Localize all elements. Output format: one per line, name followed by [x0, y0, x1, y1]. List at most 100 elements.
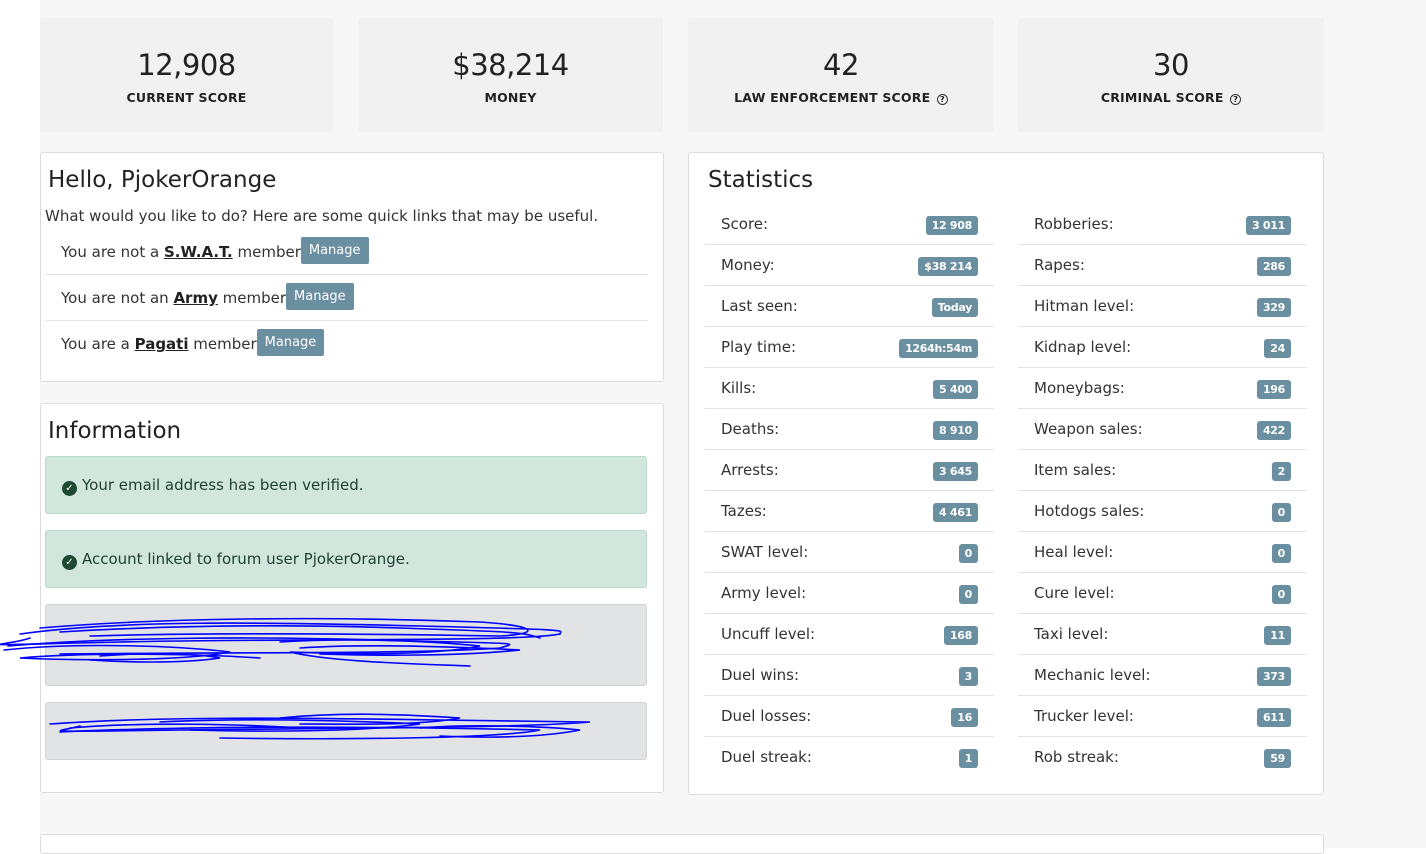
hello-title: Hello, PjokerOrange	[48, 167, 277, 193]
stat-label: Mechanic level:	[1034, 666, 1151, 684]
stat-label: Play time:	[721, 338, 796, 356]
stat-label: Heal level:	[1034, 543, 1114, 561]
stat-row: Taxi level: 11	[1018, 614, 1307, 655]
information-title: Information	[48, 418, 182, 444]
swat-link[interactable]: S.W.A.T.	[164, 243, 233, 261]
hello-subtitle: What would you like to do? Here are some…	[45, 207, 599, 225]
stat-badge: 286	[1256, 257, 1291, 276]
statistics-title: Statistics	[708, 167, 814, 193]
stat-row: SWAT level: 0	[705, 532, 994, 573]
stat-badge: 24	[1264, 339, 1291, 358]
stat-badge: 1	[958, 749, 978, 768]
help-icon[interactable]: ?	[1230, 94, 1242, 105]
stat-badge: 422	[1256, 421, 1291, 440]
army-link[interactable]: Army	[173, 289, 217, 307]
stat-badge: 196	[1256, 380, 1291, 399]
stat-badge: 329	[1256, 298, 1291, 317]
stat-badge: 5 400	[933, 380, 978, 399]
stat-label: Robberies:	[1034, 215, 1114, 233]
membership-prefix: You are not a	[61, 243, 164, 261]
stat-label: Last seen:	[721, 297, 798, 315]
stat-label: Taxi level:	[1034, 625, 1109, 643]
stat-row: Cure level: 0	[1018, 573, 1307, 614]
membership-suffix: member	[232, 243, 301, 261]
stat-label: Duel losses:	[721, 707, 812, 725]
stat-row: Moneybags: 196	[1018, 368, 1307, 409]
stat-row: Kidnap level: 24	[1018, 327, 1307, 368]
stat-label: Moneybags:	[1034, 379, 1125, 397]
stat-label: Cure level:	[1034, 584, 1115, 602]
manage-army-button[interactable]: Manage	[286, 283, 354, 310]
stat-row: Rapes: 286	[1018, 245, 1307, 286]
stat-badge: 8 910	[933, 421, 978, 440]
stat-badge: 373	[1256, 667, 1291, 686]
information-panel: Information ✓ Your email address has been…	[40, 403, 664, 793]
stat-row: Weapon sales: 422	[1018, 409, 1307, 450]
law-enforcement-score-label: LAW ENFORCEMENT SCORE	[734, 90, 931, 105]
membership-suffix: member	[188, 335, 257, 353]
stat-label: Army level:	[721, 584, 807, 602]
stat-label: Kidnap level:	[1034, 338, 1132, 356]
stat-row: Last seen: Today	[705, 286, 994, 327]
stat-label: Uncuff level:	[721, 625, 816, 643]
check-circle-icon: ✓	[62, 555, 77, 570]
membership-row-pagati: You are a Pagati member Manage	[46, 321, 648, 367]
stat-badge: Today	[931, 298, 978, 317]
stat-row: Hitman level: 329	[1018, 286, 1307, 327]
stat-label: Tazes:	[721, 502, 767, 520]
stat-badge: 11	[1264, 626, 1291, 645]
stat-row: Heal level: 0	[1018, 532, 1307, 573]
stat-label: Rapes:	[1034, 256, 1085, 274]
stat-row: Money: $38 214	[705, 245, 994, 286]
stat-badge: 611	[1256, 708, 1291, 727]
redacted-alert	[45, 604, 647, 686]
stat-row: Play time: 1264h:54m	[705, 327, 994, 368]
stat-label: Rob streak:	[1034, 748, 1119, 766]
stat-row: Mechanic level: 373	[1018, 655, 1307, 696]
dashboard-page: 12,908 CURRENT SCORE $38,214 MONEY 42 LA…	[40, 0, 1426, 854]
stat-row: Deaths: 8 910	[705, 409, 994, 450]
manage-pagati-button[interactable]: Manage	[256, 329, 325, 356]
stat-label: Duel streak:	[721, 748, 812, 766]
membership-suffix: member	[217, 289, 287, 307]
statistics-left-column: Score: 12 908 Money: $38 214 Last seen: Tod…	[705, 204, 994, 778]
stat-row: Score: 12 908	[705, 204, 994, 245]
money-label: MONEY	[484, 90, 537, 105]
stat-badge: 3	[958, 667, 978, 686]
bottom-panel	[40, 834, 1324, 854]
current-score-value: 12,908	[137, 48, 236, 82]
manage-swat-button[interactable]: Manage	[300, 237, 369, 264]
stat-label: Arrests:	[721, 461, 779, 479]
stat-row: Hotdogs sales: 0	[1018, 491, 1307, 532]
pagati-link[interactable]: Pagati	[135, 335, 189, 353]
stat-badge: 59	[1264, 749, 1291, 768]
alert-text: Your email address has been verified.	[82, 476, 364, 494]
statistics-panel: Statistics Score: 12 908 Money: $38 214 La…	[688, 152, 1324, 795]
stat-row: Duel wins: 3	[705, 655, 994, 696]
alert-text: Account linked to forum user PjokerOrang…	[82, 550, 410, 568]
stat-badge: 168	[943, 626, 978, 645]
stat-label: SWAT level:	[721, 543, 809, 561]
stat-badge: 2	[1271, 462, 1291, 481]
stat-row: Tazes: 4 461	[705, 491, 994, 532]
money-value: $38,214	[452, 48, 569, 82]
stat-badge: 4 461	[933, 503, 978, 522]
criminal-score-card: 30 CRIMINAL SCORE ?	[1018, 18, 1324, 132]
membership-row-army: You are not an Army member Manage	[46, 275, 648, 321]
stat-row: Kills: 5 400	[705, 368, 994, 409]
stat-badge: 0	[1271, 544, 1291, 563]
stat-row: Item sales: 2	[1018, 450, 1307, 491]
stat-label: Kills:	[721, 379, 757, 397]
current-score-label: CURRENT SCORE	[126, 90, 247, 105]
stat-badge: 0	[1271, 503, 1291, 522]
stat-row: Army level: 0	[705, 573, 994, 614]
stat-badge: 12 908	[925, 216, 978, 235]
stat-row: Duel losses: 16	[705, 696, 994, 737]
forum-linked-alert: ✓ Account linked to forum user PjokerOran…	[45, 530, 647, 588]
stat-badge: 16	[951, 708, 978, 727]
stat-row: Arrests: 3 645	[705, 450, 994, 491]
help-icon[interactable]: ?	[936, 94, 948, 105]
criminal-score-label: CRIMINAL SCORE	[1100, 90, 1224, 105]
stat-row: Uncuff level: 168	[705, 614, 994, 655]
redacted-alert	[45, 702, 647, 760]
